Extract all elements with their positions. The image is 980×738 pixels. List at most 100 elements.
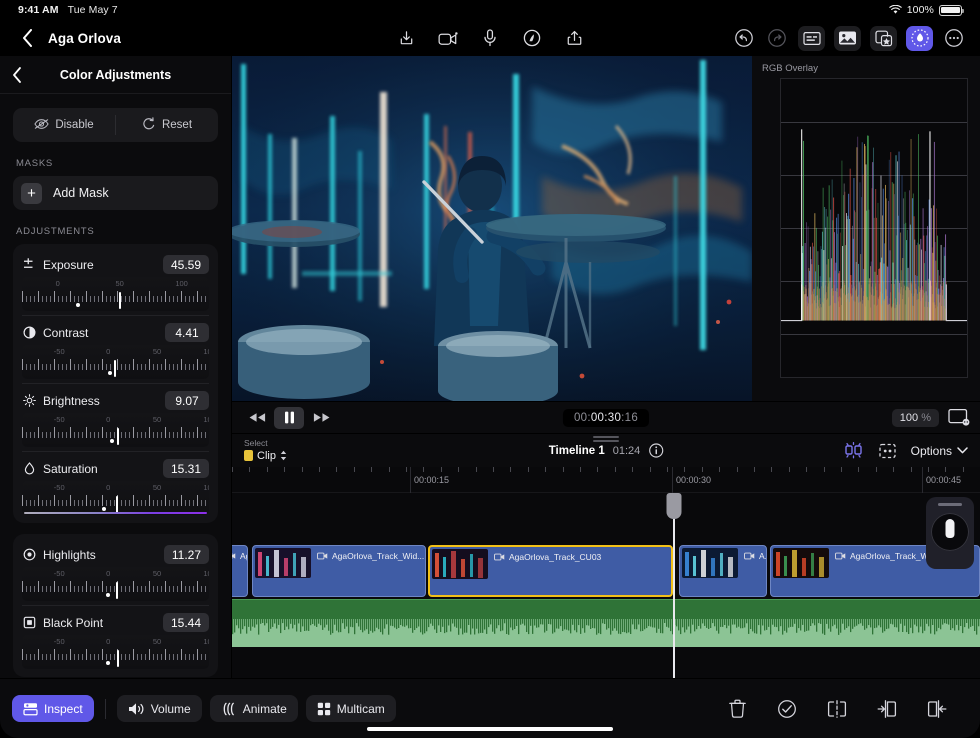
trim-right-icon[interactable] <box>926 698 948 720</box>
ruler-major-tick <box>672 467 673 493</box>
video-track[interactable]: Ag... AgaOrlova_Track_Wid... AgaOrlova_Tra… <box>232 545 980 597</box>
annotate-icon[interactable] <box>520 26 544 50</box>
adjustment-slider[interactable]: -50050100 <box>22 413 209 447</box>
effects-icon[interactable] <box>870 26 897 51</box>
back-button[interactable] <box>14 25 40 51</box>
clip-name: AgaOrlova_Track_Wid... <box>317 551 424 561</box>
clip-video-icon <box>494 553 505 561</box>
ruler-tick <box>632 467 633 472</box>
adjustment-row-top: Highlights11.27 <box>22 545 209 564</box>
options-button[interactable]: Options <box>911 444 968 458</box>
video-editor-app: 9:41 AM Tue May 7 100% Aga Orlova <box>0 0 980 738</box>
select-mode[interactable]: Select Clip <box>244 439 287 462</box>
ruler-major-tick <box>410 467 411 493</box>
adjustment-value[interactable]: 9.07 <box>165 391 209 410</box>
disable-button[interactable]: Disable <box>13 108 115 142</box>
adjustment-value[interactable]: 15.44 <box>163 613 209 632</box>
video-preview[interactable] <box>232 56 752 401</box>
playhead-handle[interactable] <box>666 493 681 519</box>
adjustment-row-top: Black Point15.44 <box>22 613 209 632</box>
adjustment-slider[interactable]: -50050100 <box>22 345 209 379</box>
share-icon[interactable] <box>562 26 586 50</box>
undo-icon[interactable] <box>732 26 756 50</box>
ruler-tick <box>824 467 825 472</box>
record-video-icon[interactable] <box>436 26 460 50</box>
timeline-clip[interactable]: A... <box>679 545 767 597</box>
bottom-button-animate[interactable]: Animate <box>210 695 298 722</box>
add-mask-button[interactable]: + Add Mask <box>13 176 218 210</box>
adjustment-slider[interactable]: 050100 <box>22 277 209 311</box>
wifi-icon <box>889 5 902 15</box>
fast-forward-button[interactable] <box>306 407 336 429</box>
adjustment-slider[interactable]: -50050100 <box>22 567 209 601</box>
check-circle-icon[interactable] <box>776 698 798 720</box>
eye-slash-icon <box>34 118 49 133</box>
saturation-icon <box>22 462 36 476</box>
import-icon[interactable] <box>394 26 418 50</box>
bottom-button-volume[interactable]: Volume <box>117 695 202 722</box>
bottom-button-multicam[interactable]: Multicam <box>306 695 396 722</box>
ruler-tick <box>945 467 946 472</box>
ruler-tick <box>510 467 511 472</box>
jog-dial[interactable] <box>926 497 974 569</box>
slider-handle[interactable] <box>114 360 116 377</box>
ruler-tick <box>267 467 268 472</box>
captions-icon[interactable] <box>798 26 825 51</box>
trim-left-icon[interactable] <box>876 698 898 720</box>
inspector-back-button[interactable] <box>12 67 22 83</box>
timeline-clip[interactable]: Ag... <box>232 545 248 597</box>
ruler-tick <box>771 467 772 472</box>
ruler-tick <box>737 467 738 472</box>
media-library-icon[interactable] <box>834 26 861 51</box>
split-icon[interactable] <box>826 698 848 720</box>
highlights-icon <box>22 548 36 562</box>
slider-ticks <box>22 425 209 438</box>
storyboard-icon[interactable] <box>877 442 898 460</box>
adjustment-value[interactable]: 4.41 <box>165 323 209 342</box>
adjustment-value[interactable]: 15.31 <box>163 459 209 478</box>
slider-handle[interactable] <box>116 496 118 513</box>
inspector-scroll-area[interactable]: Disable Reset Masks + Add Mask Adjustm <box>0 94 231 678</box>
timeline[interactable]: 00:00:1500:00:3000:00:45 Ag... AgaOrlova_… <box>232 467 980 678</box>
adjustment-value[interactable]: 11.27 <box>164 545 209 564</box>
ruler-tick <box>423 467 424 472</box>
audio-track[interactable] <box>232 599 980 647</box>
pause-button[interactable] <box>274 407 304 429</box>
snapping-icon[interactable] <box>843 441 864 460</box>
external-display-icon[interactable] <box>948 408 970 428</box>
adjustment-row-top: Exposure45.59 <box>22 255 209 274</box>
jog-wheel[interactable] <box>931 513 969 551</box>
timeline-clip[interactable]: AgaOrlova_Track_CU03 <box>428 545 673 597</box>
playhead[interactable] <box>673 493 675 678</box>
color-icon[interactable] <box>906 26 933 51</box>
select-value: Clip <box>257 450 276 463</box>
info-icon[interactable] <box>648 443 663 458</box>
ruler-tick <box>336 467 337 472</box>
home-indicator[interactable] <box>367 727 613 731</box>
adjustment-slider[interactable]: -50050100 <box>22 635 209 669</box>
timecode-display[interactable]: 00:00:30:16 <box>563 409 649 427</box>
clip-label: Ag... <box>240 551 247 561</box>
adjustment-value[interactable]: 45.59 <box>163 255 209 274</box>
volume-icon <box>128 702 145 716</box>
timeline-ruler[interactable]: 00:00:1500:00:3000:00:45 <box>232 467 980 493</box>
trash-icon[interactable] <box>726 698 748 720</box>
reset-button[interactable]: Reset <box>116 108 218 142</box>
timeline-clip[interactable]: AgaOrlova_Track_Wid... <box>252 545 426 597</box>
adjustment-black-point: Black Point15.44 -50050100 <box>22 606 209 673</box>
zoom-level[interactable]: 100 % <box>892 409 939 427</box>
rewind-button[interactable] <box>242 407 272 429</box>
ruler-tick <box>893 467 894 472</box>
record-voiceover-icon[interactable] <box>478 26 502 50</box>
more-icon[interactable] <box>942 26 966 50</box>
bottom-button-inspect[interactable]: Inspect <box>12 695 94 722</box>
slider-handle[interactable] <box>116 582 118 599</box>
slider-handle[interactable] <box>119 292 121 309</box>
resize-grabber[interactable] <box>593 436 619 438</box>
rgb-histogram <box>781 79 967 361</box>
clip-video-icon <box>317 552 328 560</box>
slider-default-dot <box>102 507 106 511</box>
timeline-duration: 01:24 <box>613 445 641 457</box>
ruler-tick <box>650 467 651 472</box>
adjustment-slider[interactable]: -50050100 <box>22 481 209 515</box>
